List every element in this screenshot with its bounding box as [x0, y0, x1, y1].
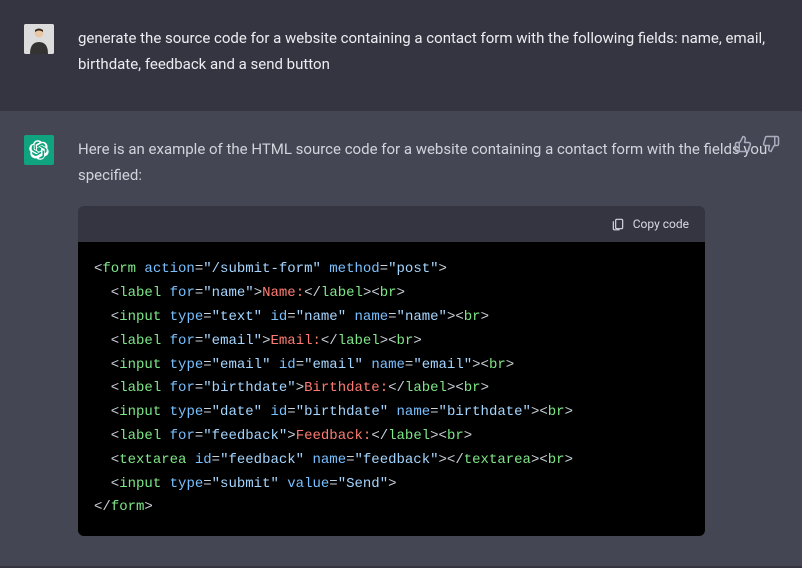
code-header: Copy code	[78, 206, 705, 242]
copy-code-button[interactable]: Copy code	[633, 214, 689, 234]
user-message: generate the source code for a website c…	[78, 24, 778, 77]
person-icon	[24, 24, 54, 54]
thumbs-down-icon[interactable]	[762, 135, 780, 153]
code-content: <form action="/submit-form" method="post…	[78, 242, 705, 536]
assistant-intro-text: Here is an example of the HTML source co…	[78, 137, 778, 188]
code-block: Copy code <form action="/submit-form" me…	[78, 206, 705, 536]
clipboard-icon[interactable]	[611, 217, 625, 231]
assistant-message: Here is an example of the HTML source co…	[78, 135, 778, 536]
assistant-avatar	[24, 135, 54, 165]
user-avatar	[24, 24, 54, 54]
thumbs-up-icon[interactable]	[734, 135, 752, 153]
user-turn: generate the source code for a website c…	[0, 0, 802, 111]
feedback-buttons	[734, 135, 780, 153]
assistant-turn: Here is an example of the HTML source co…	[0, 111, 802, 566]
openai-icon	[29, 140, 49, 160]
